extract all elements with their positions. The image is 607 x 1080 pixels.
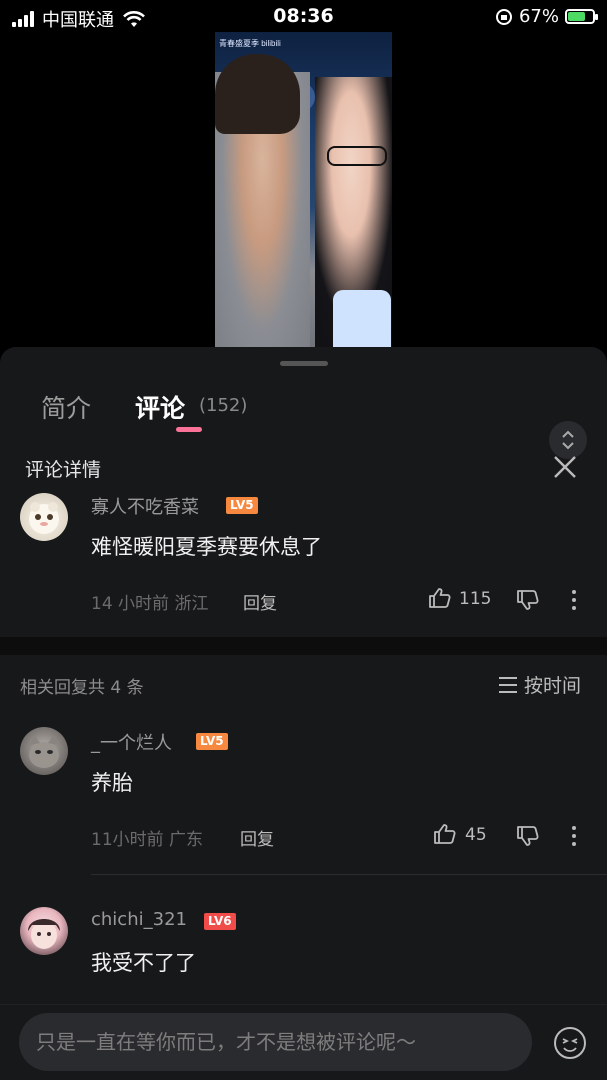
like-count: 45 — [465, 825, 487, 845]
sort-label: 按时间 — [524, 675, 582, 697]
avatar[interactable] — [20, 493, 68, 541]
thumbs-up-icon[interactable] — [433, 822, 457, 846]
comment-sheet: 简介 评论 (152) 评论详情 寡人不吃香菜 LV5 难怪暖阳夏季赛要休息了 … — [0, 347, 607, 1080]
comment-text: 难怪暖阳夏季赛要休息了 — [91, 535, 322, 559]
reply-time-location: 11小时前 广东 — [91, 830, 204, 850]
tab-intro[interactable]: 简介 — [41, 389, 91, 425]
reply-item: _一个烂人 LV5 养胎 11小时前 广东 回复 45 — [0, 725, 607, 875]
level-badge: LV6 — [204, 913, 236, 930]
sheep-avatar-icon — [29, 502, 59, 534]
section-divider — [0, 637, 607, 655]
tab-comments[interactable]: 评论 — [135, 389, 185, 425]
main-comment: 寡人不吃香菜 LV5 难怪暖阳夏季赛要休息了 14 小时前 浙江 回复 115 — [0, 487, 607, 637]
emoji-icon[interactable] — [553, 1026, 587, 1060]
more-icon[interactable] — [568, 824, 580, 848]
comment-input-bar: 只是一直在等你而已，才不是想被评论呢～ — [0, 1004, 607, 1080]
video-watermark: 青春盛夏季 bilibili — [219, 39, 281, 48]
comment-input[interactable]: 只是一直在等你而已，才不是想被评论呢～ — [19, 1013, 532, 1071]
close-icon[interactable] — [551, 453, 579, 481]
thumbs-down-icon[interactable] — [516, 588, 540, 612]
sort-button[interactable]: 按时间 — [498, 671, 581, 698]
reply-button[interactable]: 回复 — [243, 589, 277, 614]
battery-percent: 67% — [518, 6, 559, 27]
tab-bar: 简介 评论 (152) — [0, 383, 607, 459]
orientation-lock-icon — [495, 8, 512, 25]
level-badge: LV5 — [196, 733, 228, 750]
battery-icon — [565, 9, 598, 24]
more-icon[interactable] — [568, 588, 580, 612]
reply-item: chichi_321 LV6 我受不了了 — [0, 905, 607, 1005]
girl-avatar-icon — [28, 919, 60, 949]
like-count: 115 — [459, 589, 492, 609]
comment-username[interactable]: 寡人不吃香菜 — [91, 493, 199, 519]
level-badge: LV5 — [226, 497, 258, 514]
active-tab-indicator — [176, 427, 202, 432]
avatar[interactable] — [20, 907, 68, 955]
comment-detail-title: 评论详情 — [25, 459, 102, 481]
video-player[interactable]: 青春盛夏季 bilibili — [215, 32, 392, 350]
chevron-up-down-icon — [562, 430, 574, 450]
reply-text: 我受不了了 — [91, 951, 196, 975]
reply-username[interactable]: chichi_321 — [91, 909, 187, 930]
sheet-drag-handle[interactable] — [280, 361, 328, 366]
replies-count: 相关回复共 4 条 — [20, 678, 144, 698]
reply-username[interactable]: _一个烂人 — [91, 729, 172, 755]
avatar[interactable] — [20, 727, 68, 775]
reply-text: 养胎 — [91, 771, 133, 795]
sort-icon — [499, 676, 517, 693]
comment-time-location: 14 小时前 浙江 — [91, 594, 209, 614]
reply-button[interactable]: 回复 — [240, 825, 274, 850]
status-bar: 中国联通 08:36 67% — [0, 0, 607, 34]
cat-avatar-icon — [29, 735, 59, 768]
comment-count: (152) — [199, 395, 248, 416]
thumbs-down-icon[interactable] — [516, 824, 540, 848]
reply-divider — [91, 874, 607, 875]
thumbs-up-icon[interactable] — [428, 586, 452, 610]
